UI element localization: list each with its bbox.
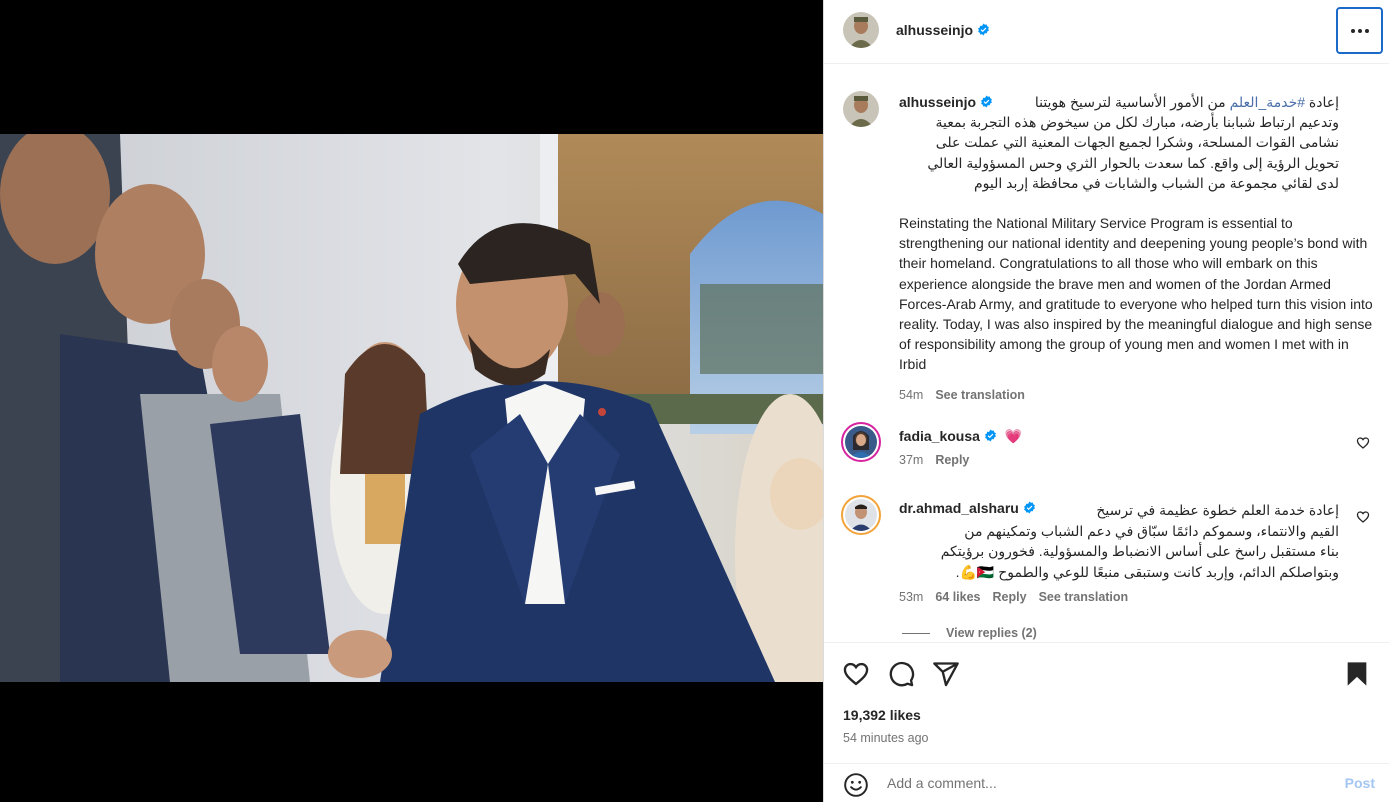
header-author: alhusseinjo (896, 22, 990, 40)
post-header: alhusseinjo (824, 0, 1389, 64)
share-icon[interactable] (932, 660, 960, 688)
caption-arabic-line: وتدعيم ارتباط شبابنا بأرضه، مبارك لكل من… (935, 114, 1339, 131)
post-time[interactable]: 54 minutes ago (843, 731, 928, 745)
commenter-avatar[interactable] (841, 422, 881, 462)
caption-time[interactable]: 54m (899, 388, 923, 402)
caption-english: Reinstating the National Military Servic… (899, 215, 1373, 373)
caption-author-avatar[interactable] (843, 91, 879, 127)
comment-body: إعادة خدمة العلم خطوة عظيمة في ترسيخ الق… (899, 500, 1359, 640)
comment-line: القيم والانتماء، وسموكم دائمًا سبّاق في … (964, 522, 1339, 539)
comment-meta: 53m 64 likes Reply See translation (899, 590, 1359, 604)
caption-arabic-line: تحويل الرؤية إلى واقع. كما سعدت بالحوار … (927, 154, 1339, 171)
view-replies-label: View replies (2) (946, 626, 1037, 640)
bookmark-icon[interactable] (1343, 660, 1371, 688)
post-media (0, 0, 823, 802)
author-username[interactable]: alhusseinjo (896, 22, 973, 38)
verified-icon (980, 93, 993, 108)
like-comment-icon[interactable] (1356, 436, 1370, 450)
commenter-username[interactable]: dr.ahmad_alsharu (899, 500, 1019, 516)
see-translation-button[interactable]: See translation (935, 388, 1025, 402)
hashtag-link[interactable]: #خدمة_العلم (1230, 94, 1305, 110)
post-comment-button[interactable]: Post (1345, 775, 1375, 791)
like-count[interactable]: 19,392 likes (843, 707, 921, 723)
comment-time[interactable]: 37m (899, 453, 923, 467)
comment-time[interactable]: 53m (899, 590, 923, 604)
post-details-panel: alhusseinjo إعادة #خدمة_العلم من الأمور … (823, 0, 1389, 802)
replies-divider (902, 633, 930, 635)
caption-ar-before: إعادة (1308, 94, 1339, 110)
post-caption: إعادة #خدمة_العلم من الأمور الأساسية لتر… (899, 92, 1375, 405)
comment-line: بناء مستقبل راسخ على أساس الانضباط والمس… (940, 543, 1339, 559)
reply-button[interactable]: Reply (993, 590, 1027, 604)
comment-meta: 37m Reply (899, 453, 1022, 467)
caption-arabic-line: نشامى القوات المسلحة، وشكرا لجميع الجهات… (935, 134, 1339, 151)
commenter-username[interactable]: fadia_kousa (899, 428, 980, 444)
post-photo[interactable] (0, 134, 823, 682)
author-avatar[interactable] (843, 12, 879, 48)
see-translation-button[interactable]: See translation (1039, 590, 1129, 604)
comment-text: 💗 (1004, 428, 1023, 444)
view-replies-button[interactable]: View replies (2) (902, 626, 1359, 640)
post-actions: 19,392 likes 54 minutes ago Post (824, 642, 1389, 802)
add-comment-bar: Post (824, 763, 1389, 802)
post-image (0, 134, 823, 682)
more-icon (1350, 28, 1369, 33)
comment-input[interactable] (887, 775, 1307, 791)
comment-icon[interactable] (887, 660, 915, 688)
comment-body: fadia_kousa 💗 37m Reply (899, 428, 1022, 467)
more-options-button[interactable] (1336, 7, 1383, 54)
heart-icon[interactable] (842, 660, 870, 688)
reply-button[interactable]: Reply (935, 453, 969, 467)
like-comment-icon[interactable] (1356, 510, 1370, 524)
verified-icon (1023, 501, 1036, 514)
commenter-avatar[interactable] (841, 495, 881, 535)
comment-line: وبتواصلكم الدائم، وإربد كانت وستبقى منبع… (955, 563, 1339, 580)
comment-likes[interactable]: 64 likes (935, 590, 980, 604)
caption-author-username[interactable]: alhusseinjo (899, 94, 976, 110)
verified-icon (977, 23, 990, 36)
caption-meta: 54m See translation (899, 385, 1375, 405)
caption-author-wrap: alhusseinjo (899, 92, 993, 112)
verified-icon (984, 429, 997, 442)
emoji-icon[interactable] (843, 772, 869, 798)
commenter-name-wrap: dr.ahmad_alsharu (899, 500, 1036, 518)
comments-section[interactable]: إعادة #خدمة_العلم من الأمور الأساسية لتر… (824, 64, 1389, 642)
caption-arabic-line: لدى لقائي مجموعة من الشباب والشابات في م… (974, 174, 1339, 191)
caption-ar-after: من الأمور الأساسية لترسيخ هويتنا (1034, 94, 1226, 110)
